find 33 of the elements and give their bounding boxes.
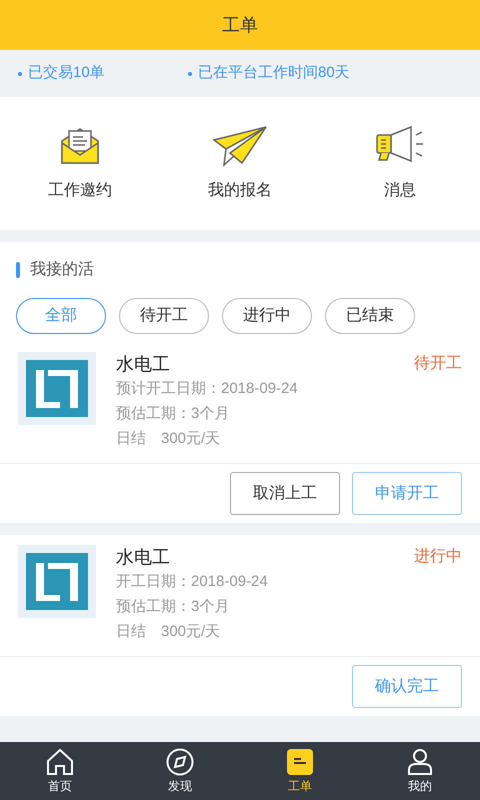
- bullet-icon: [18, 72, 22, 76]
- compass-icon: [166, 748, 194, 776]
- tab-bar-item[interactable]: 发现: [120, 742, 240, 800]
- filter-tab[interactable]: 进行中: [222, 298, 312, 334]
- job-detail: 预计开工日期：2018-09-24: [116, 379, 299, 399]
- menu-shortcut[interactable]: 工作邀约: [0, 97, 160, 230]
- user-icon: [406, 748, 434, 776]
- action-button[interactable]: 取消上工: [230, 472, 340, 515]
- filter-tab[interactable]: 已结束: [325, 298, 415, 334]
- stat-text: 已交易10单: [28, 63, 105, 84]
- job-status: 待开工: [414, 354, 462, 374]
- section-title: 我接的活: [30, 260, 94, 280]
- job-title: 水电工: [116, 546, 170, 569]
- job-status: 进行中: [414, 546, 462, 567]
- job-title: 水电工: [116, 353, 170, 376]
- page-title: 工单: [222, 14, 258, 36]
- stat-text: 已在平台工作时间80天: [198, 63, 350, 84]
- job-detail: 日结 300元/天: [116, 429, 222, 449]
- tab-bar-item[interactable]: 我的: [360, 742, 480, 800]
- menu-shortcut[interactable]: 消息: [320, 97, 480, 230]
- home-icon: [46, 748, 74, 776]
- tab-bar-item[interactable]: 首页: [0, 742, 120, 800]
- job-detail: 日结 300元/天: [116, 622, 222, 642]
- document-icon: [287, 748, 313, 774]
- job-detail: 预估工期：3个月: [116, 597, 230, 617]
- bullet-icon: [188, 72, 192, 76]
- paper-plane-icon: [212, 124, 268, 166]
- section-marker: [16, 262, 20, 278]
- menu-shortcut[interactable]: 我的报名: [160, 97, 320, 230]
- job-detail: 开工日期：2018-09-24: [116, 572, 269, 592]
- job-detail: 预估工期：3个月: [116, 404, 230, 424]
- filter-tab[interactable]: 待开工: [119, 298, 209, 334]
- tab-bar-item[interactable]: 工单: [240, 742, 360, 800]
